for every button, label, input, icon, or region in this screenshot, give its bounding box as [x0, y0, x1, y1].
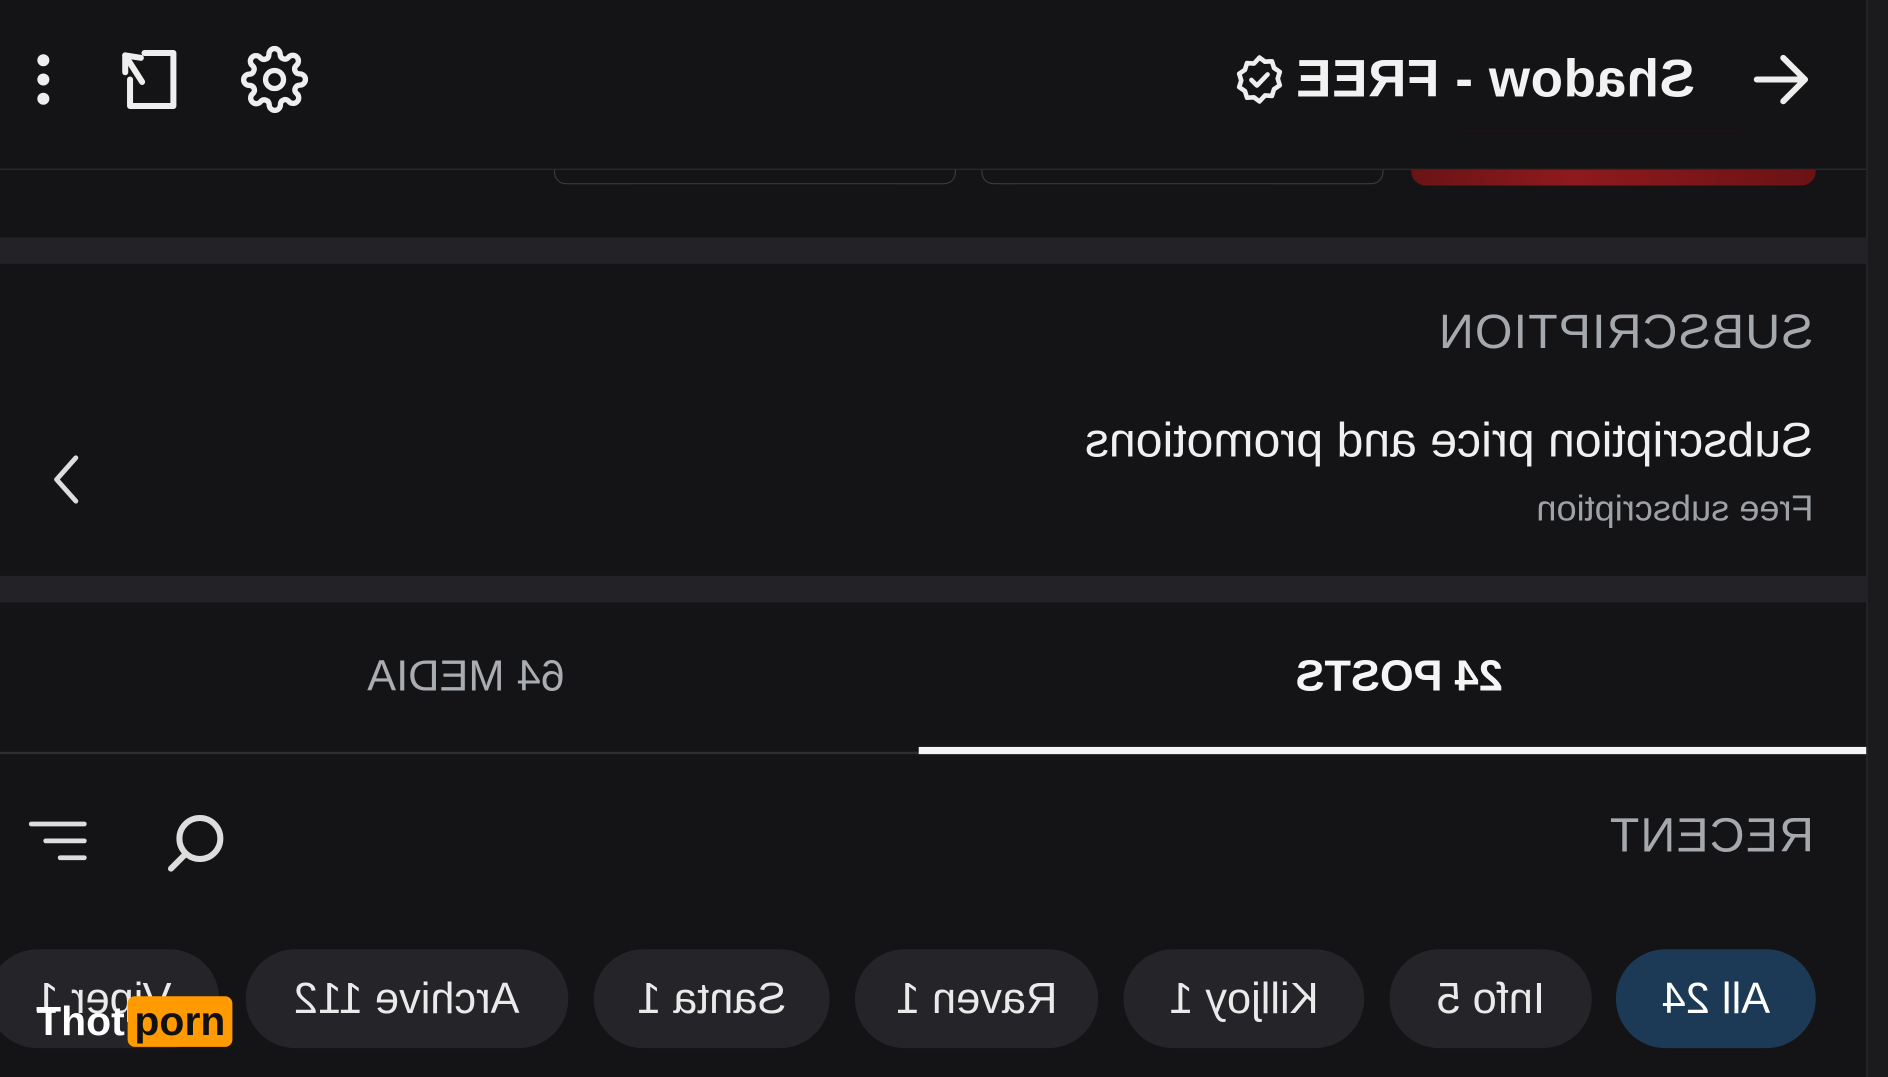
header-mask [0, 130, 1867, 170]
gear-icon[interactable] [238, 43, 310, 115]
profile-title: Shadow - FREE [1231, 46, 1695, 113]
tab-media-label: 64 MEDIA [367, 650, 566, 700]
sort-recent-label[interactable]: RECENT [1608, 810, 1813, 864]
chip-label: Santa 1 [636, 973, 787, 1023]
chip-label: All 24 [1661, 973, 1771, 1023]
chip-raven[interactable]: Raven 1 [854, 949, 1099, 1049]
chip-info[interactable]: Info 5 [1389, 949, 1592, 1049]
chip-label: Killjoy 1 [1169, 973, 1319, 1023]
search-icon[interactable] [161, 810, 231, 877]
profile-name: Shadow - FREE [1296, 49, 1696, 109]
tab-posts-label: 24 POSTS [1296, 650, 1504, 700]
chevron-left-icon[interactable] [36, 451, 94, 509]
verified-badge-icon [1231, 51, 1289, 109]
filter-sort-icon[interactable] [24, 814, 91, 872]
section-divider [0, 237, 1867, 264]
subscription-price-title[interactable]: Subscription price and promotions [1085, 414, 1813, 468]
chip-archive[interactable]: Archive 112 [245, 949, 569, 1049]
watermark-logo: Thot porn [36, 995, 233, 1048]
chip-label: Raven 1 [895, 973, 1058, 1023]
chip-label: Archive 112 [294, 973, 520, 1023]
watermark-badge: porn [127, 996, 233, 1047]
tab-media[interactable]: 64 MEDIA [0, 602, 933, 749]
more-vertical-icon[interactable] [17, 48, 70, 111]
section-divider [0, 575, 1867, 603]
scrollbar[interactable] [1866, 0, 1888, 1077]
screen: Shadow - FREE SUBSCRIPTION Subscription … [0, 0, 1888, 1077]
subscription-section-label: SUBSCRIPTION [1437, 305, 1814, 360]
subscription-price-value: Free subscription [1536, 489, 1814, 529]
tab-posts[interactable]: 24 POSTS [933, 602, 1866, 749]
chip-label: Info 5 [1436, 973, 1545, 1023]
chip-santa[interactable]: Santa 1 [593, 949, 830, 1049]
chip-all[interactable]: All 24 [1615, 949, 1816, 1049]
watermark-text: Thot [36, 998, 125, 1044]
active-tab-indicator [918, 746, 1867, 755]
arrow-right-icon[interactable] [1748, 48, 1815, 111]
chip-killjoy[interactable]: Killjoy 1 [1123, 949, 1365, 1049]
share-icon[interactable] [116, 43, 186, 115]
